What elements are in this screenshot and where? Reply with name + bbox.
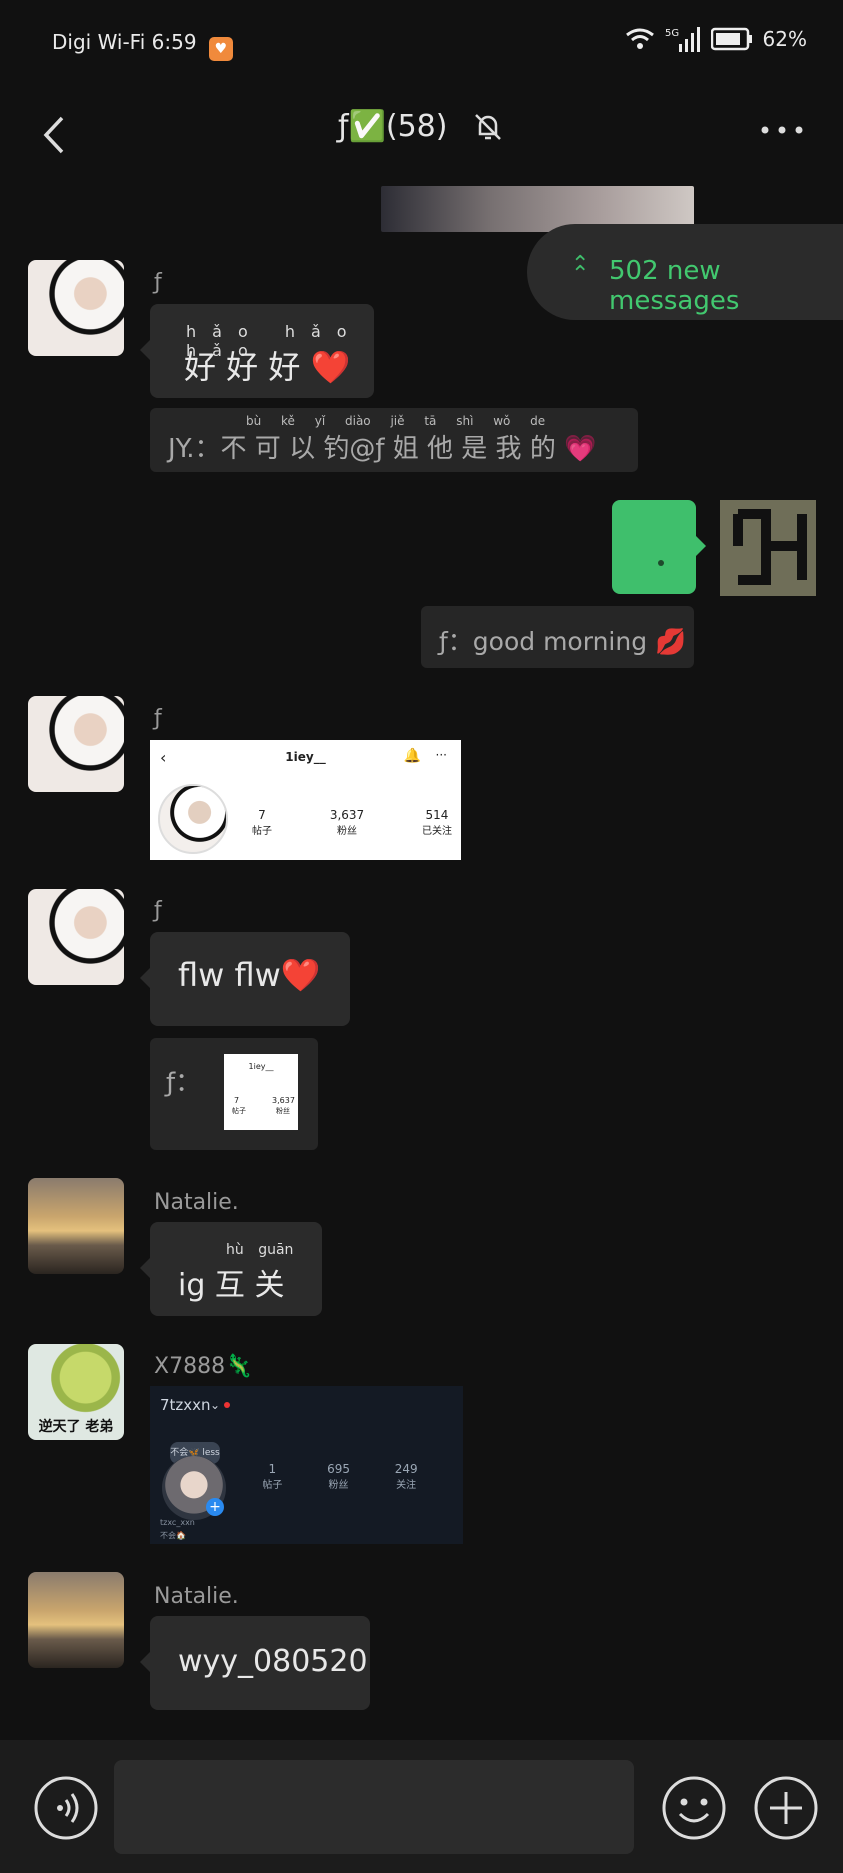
own-message-bubble[interactable] xyxy=(612,500,706,594)
chevron-down-icon: ⌄ xyxy=(210,1398,221,1412)
new-messages-pill[interactable]: ⌃ ⌃ 502 new messages xyxy=(527,224,843,320)
avatar[interactable] xyxy=(28,1572,124,1668)
input-bar xyxy=(0,1740,843,1873)
message-text: flw flw❤️ xyxy=(178,956,321,994)
stat-label: 关注 xyxy=(396,1480,417,1491)
add-icon: + xyxy=(206,1498,224,1516)
message-bubble[interactable]: hù guān ig 互 关 xyxy=(140,1222,322,1316)
stat-number: 514 xyxy=(425,808,449,822)
profile-handle: 1iey__ xyxy=(248,1062,274,1071)
mute-bell-icon xyxy=(475,113,501,140)
profile-avatar xyxy=(158,784,228,854)
battery-icon xyxy=(710,27,752,51)
message-bubble[interactable]: hǎo hǎo hǎo 好 好 好 ❤️ xyxy=(140,304,374,398)
quoted-message[interactable]: bù kě yǐ diào jiě tā shì wǒ de JY.：不 可 以… xyxy=(150,408,638,472)
profile-stats: 7 帖子 3,637 粉丝 514 已关注 xyxy=(252,808,452,837)
avatar[interactable] xyxy=(28,260,124,356)
avatar[interactable] xyxy=(28,1178,124,1274)
message-text: 好 好 好 ❤️ xyxy=(184,348,351,386)
quote-text: ƒ：good morning 💋 xyxy=(439,627,687,656)
profile-stats: 1 帖子 695 粉丝 249 关注 xyxy=(240,1462,440,1491)
clock: 6:59 xyxy=(151,30,197,54)
stat-label: 粉丝 xyxy=(336,826,357,837)
own-avatar[interactable] xyxy=(720,500,816,596)
stat-number: 1 xyxy=(268,1462,277,1476)
message-bubble[interactable]: wyy_080520 xyxy=(140,1616,370,1710)
sender-name: ƒ xyxy=(154,898,162,923)
stat-label: 帖子 xyxy=(252,826,272,837)
message-bubble[interactable]: flw flw❤️ xyxy=(140,932,350,1026)
wifi-icon xyxy=(625,28,654,49)
carrier-time: Digi Wi-Fi 6:59 ♥ xyxy=(52,30,233,61)
member-count: (58) xyxy=(385,109,448,144)
profile-bio: 不会🏠 xyxy=(160,1531,186,1540)
stat-label: 粉丝 xyxy=(328,1480,349,1491)
profile-screenshot[interactable]: 7tzxxn ⌄ 不会🦋 less + 1 帖子 695 粉丝 249 关注 tzxc… xyxy=(150,1386,463,1544)
message-text: wyy_080520 xyxy=(178,1644,368,1679)
new-messages-label: 502 new messages xyxy=(609,256,740,316)
quote-text: JY.：不 可 以 钓@ƒ 姐 他 是 我 的 💗 xyxy=(168,434,597,464)
quoted-image: 1iey__ 7 帖子 3,637 粉丝 xyxy=(224,1054,298,1130)
stat-label: 帖子 xyxy=(262,1480,283,1491)
message-input[interactable] xyxy=(114,1760,634,1854)
emoji-icon[interactable] xyxy=(648,1762,740,1854)
carrier-label: Digi Wi-Fi xyxy=(52,30,146,54)
notification-icon: ♥ xyxy=(208,37,233,61)
sender-name: ƒ xyxy=(154,706,162,731)
svg-text:5G: 5G xyxy=(665,28,679,39)
add-icon[interactable] xyxy=(740,1762,832,1854)
more-icon: ··· xyxy=(435,748,447,762)
avatar[interactable] xyxy=(28,696,124,792)
quoted-message[interactable]: ƒ：good morning 💋 xyxy=(421,606,694,668)
ruby-text: hù guān xyxy=(226,1242,294,1258)
sender-name: Natalie. xyxy=(154,1190,239,1215)
battery-percent: 62% xyxy=(762,27,807,51)
notification-dot xyxy=(224,1402,230,1408)
signal-icon: 5G xyxy=(665,27,700,52)
stat-label: 粉丝 xyxy=(276,1107,290,1115)
chat-header: ƒ✅(58) xyxy=(0,90,843,190)
stat-number: 249 xyxy=(394,1462,418,1476)
sender-name: X7888🦎 xyxy=(154,1354,253,1379)
chat-title: ƒ✅(58) xyxy=(0,108,843,144)
quoted-message[interactable]: ƒ： 1iey__ 7 帖子 3,637 粉丝 xyxy=(150,1038,318,1150)
avatar-caption: 逆天了 老弟 xyxy=(38,1419,114,1435)
status-icons: 5G 62% xyxy=(625,26,807,52)
sender-name: ƒ xyxy=(154,270,162,295)
double-chevron-up-icon: ⌃ ⌃ xyxy=(571,252,590,287)
quote-prefix: ƒ： xyxy=(166,1068,202,1098)
avatar[interactable]: 逆天了 老弟 xyxy=(28,1344,124,1440)
profile-screenshot[interactable]: ‹ 1iey__ 🔔 ··· 7 帖子 3,637 粉丝 514 已关注 xyxy=(150,740,461,860)
stat-number: 695 xyxy=(327,1462,350,1476)
stat-label: 帖子 xyxy=(232,1107,246,1115)
verified-check-icon: ✅ xyxy=(348,109,386,144)
stat-number: 7 xyxy=(258,808,266,822)
stat-label: 已关注 xyxy=(421,826,452,837)
avatar[interactable] xyxy=(28,889,124,985)
ruby-text: bù kě yǐ diào jiě tā shì wǒ de xyxy=(246,414,546,428)
voice-input-icon[interactable] xyxy=(20,1762,112,1854)
bell-icon: 🔔 xyxy=(403,748,421,764)
stat-number: 3,637 xyxy=(329,808,365,822)
profile-bio: tzxc_xxn xyxy=(160,1518,195,1527)
stat-number: 3,637 xyxy=(272,1096,295,1105)
message-text: ig 互 关 xyxy=(178,1268,285,1303)
more-options-icon[interactable] xyxy=(757,120,807,140)
stat-number: 7 xyxy=(234,1096,240,1105)
profile-handle: 7tzxxn xyxy=(160,1396,211,1414)
title-name: ƒ xyxy=(337,109,349,144)
swastika-avatar-icon xyxy=(720,500,816,596)
status-bar: Digi Wi-Fi 6:59 ♥ 5G 62% xyxy=(0,0,843,90)
sender-name: Natalie. xyxy=(154,1584,239,1609)
